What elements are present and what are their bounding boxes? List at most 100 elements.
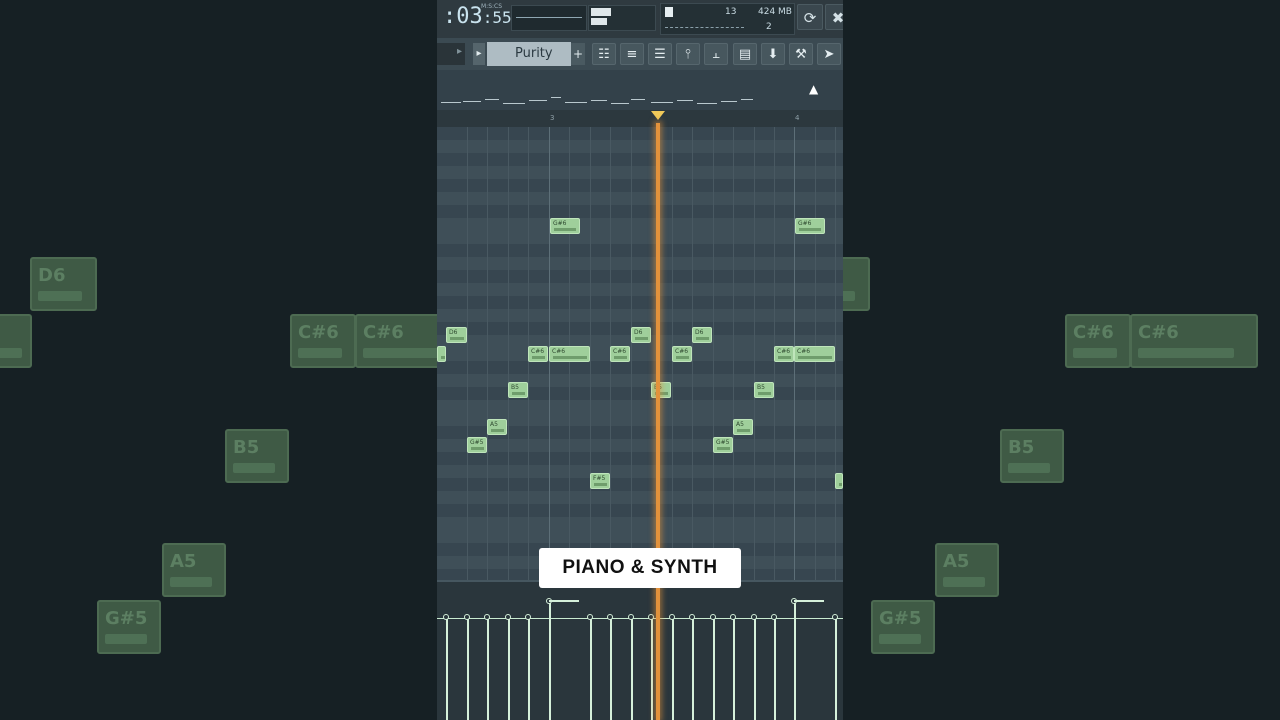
note-label: G#5: [470, 439, 484, 446]
note[interactable]: [835, 473, 843, 489]
note[interactable]: A5: [487, 419, 507, 435]
bg-note-label: B5: [1008, 437, 1035, 458]
fl-studio-window: :03:55 M:S:CS 13 424 MB 2 ⟳ ✖ ▸ Purity #…: [437, 0, 843, 720]
bg-note-c#6: C#6: [1065, 314, 1131, 368]
note[interactable]: F#5: [590, 473, 610, 489]
top-bar: :03:55 M:S:CS 13 424 MB 2 ⟳ ✖: [437, 0, 843, 39]
bg-note-label: C#6: [1138, 322, 1179, 343]
note[interactable]: G#6: [795, 218, 825, 234]
audio-editor-icon[interactable]: ⚒: [789, 43, 813, 65]
note-label: G#6: [553, 220, 567, 227]
note-label: D6: [634, 329, 643, 336]
note-label: C#6: [777, 348, 791, 355]
note-overview[interactable]: [437, 70, 843, 110]
note[interactable]: B5: [754, 382, 774, 398]
note-label: G#6: [798, 220, 812, 227]
note-label: D6: [695, 329, 704, 336]
note[interactable]: D6: [692, 327, 712, 343]
note-label: C#6: [531, 348, 545, 355]
note[interactable]: B5: [651, 382, 671, 398]
note-label: D6: [449, 329, 458, 336]
time-sub: :55: [482, 8, 512, 27]
memory-usage: 424 MB: [758, 7, 792, 17]
bg-note-c#6: C#6: [290, 314, 356, 368]
note[interactable]: B5: [508, 382, 528, 398]
cpu-graph: [665, 27, 744, 31]
bg-note-label: C#6: [1073, 322, 1114, 343]
note[interactable]: C#6: [528, 346, 548, 362]
background-right-blur: C#6 C#6 B5 A5 G#5: [843, 0, 1280, 720]
toolbar: ▸ Purity #2 + ☷ ≡ ☰ ⫯ ⫠ ▤ ⬇ ⚒ ➤: [437, 38, 843, 85]
velocity-lane[interactable]: [437, 580, 843, 720]
note-label: A5: [736, 421, 744, 428]
peak-meter: [588, 5, 656, 31]
note-label: G#5: [716, 439, 730, 446]
timeline-ruler[interactable]: 3 4: [437, 110, 843, 128]
cpu-memory-panel: 13 424 MB 2: [660, 3, 795, 35]
note-label: A5: [490, 421, 498, 428]
playback-position-marker[interactable]: [651, 111, 665, 120]
note[interactable]: [437, 346, 446, 362]
step-sequencer-icon[interactable]: ≡: [620, 43, 644, 65]
close-icon[interactable]: ✖: [825, 4, 843, 30]
note[interactable]: G#5: [467, 437, 487, 453]
time-main: :03: [443, 4, 483, 29]
bg-note-label: C#6: [298, 322, 339, 343]
note[interactable]: C#6: [794, 346, 835, 362]
pattern-nav-arrow[interactable]: ▸: [473, 43, 485, 65]
note[interactable]: D6: [446, 327, 467, 343]
note[interactable]: G#5: [713, 437, 733, 453]
note[interactable]: C#6: [549, 346, 590, 362]
bg-note-d6: [843, 257, 870, 311]
refresh-icon[interactable]: ⟳: [797, 4, 823, 30]
note[interactable]: A5: [733, 419, 753, 435]
bg-note-c#6: C#6: [1130, 314, 1258, 368]
bg-note-label: D6: [38, 265, 66, 286]
file-icon[interactable]: ▤: [733, 43, 757, 65]
note-label: C#6: [797, 348, 811, 355]
note-label: C#6: [552, 348, 566, 355]
playhead-line: [656, 123, 660, 720]
bg-note-g#5: G#5: [97, 600, 161, 654]
note[interactable]: C#6: [774, 346, 794, 362]
polyphony-count: 13: [725, 7, 737, 17]
cpu-count: 2: [766, 22, 772, 32]
bg-note-label: G#5: [105, 608, 148, 629]
bg-note-d6: D6: [30, 257, 97, 311]
note[interactable]: G#6: [550, 218, 580, 234]
note-label: C#6: [675, 348, 689, 355]
mixer-icon[interactable]: ⫯: [676, 43, 700, 65]
overview-notes: [441, 97, 753, 105]
piano-roll-icon[interactable]: ☷: [592, 43, 616, 65]
mouse-cursor-icon: ▲: [809, 82, 819, 96]
bg-note-c#6: C#6: [355, 314, 437, 368]
bg-note-label: G#5: [879, 608, 922, 629]
bg-note-label: B5: [233, 437, 260, 458]
note[interactable]: C#6: [610, 346, 630, 362]
browser-icon[interactable]: ⫠: [704, 43, 728, 65]
bg-note-b5: B5: [1000, 429, 1064, 483]
pattern-selector[interactable]: Purity #2: [487, 42, 571, 85]
bar-number: 3: [550, 114, 555, 122]
bg-note-label: A5: [943, 551, 970, 572]
bg-note-a5: A5: [162, 543, 226, 597]
bg-note-g#5: G#5: [871, 600, 935, 654]
video-caption: PIANO & SYNTH: [539, 548, 741, 588]
background-left-blur: D6 C#6 C#6 B5 A5 G#5: [0, 0, 437, 720]
note-label: B5: [757, 384, 765, 391]
note[interactable]: C#6: [672, 346, 692, 362]
plugin-icon[interactable]: ⬇: [761, 43, 785, 65]
pick-tool-icon[interactable]: ➤: [817, 43, 841, 65]
add-pattern-button[interactable]: +: [571, 43, 585, 65]
note[interactable]: D6: [631, 327, 651, 343]
cpu-indicator: [665, 7, 673, 17]
note-label: C#6: [613, 348, 627, 355]
playlist-icon[interactable]: ☰: [648, 43, 672, 65]
pattern-scroll[interactable]: [437, 43, 465, 65]
note-label: B5: [511, 384, 519, 391]
bg-note-label: A5: [170, 551, 197, 572]
note-label: F#5: [593, 475, 606, 482]
bar-number: 4: [795, 114, 800, 122]
oscilloscope-display: [511, 5, 587, 31]
time-format-label: M:S:CS: [481, 3, 503, 10]
